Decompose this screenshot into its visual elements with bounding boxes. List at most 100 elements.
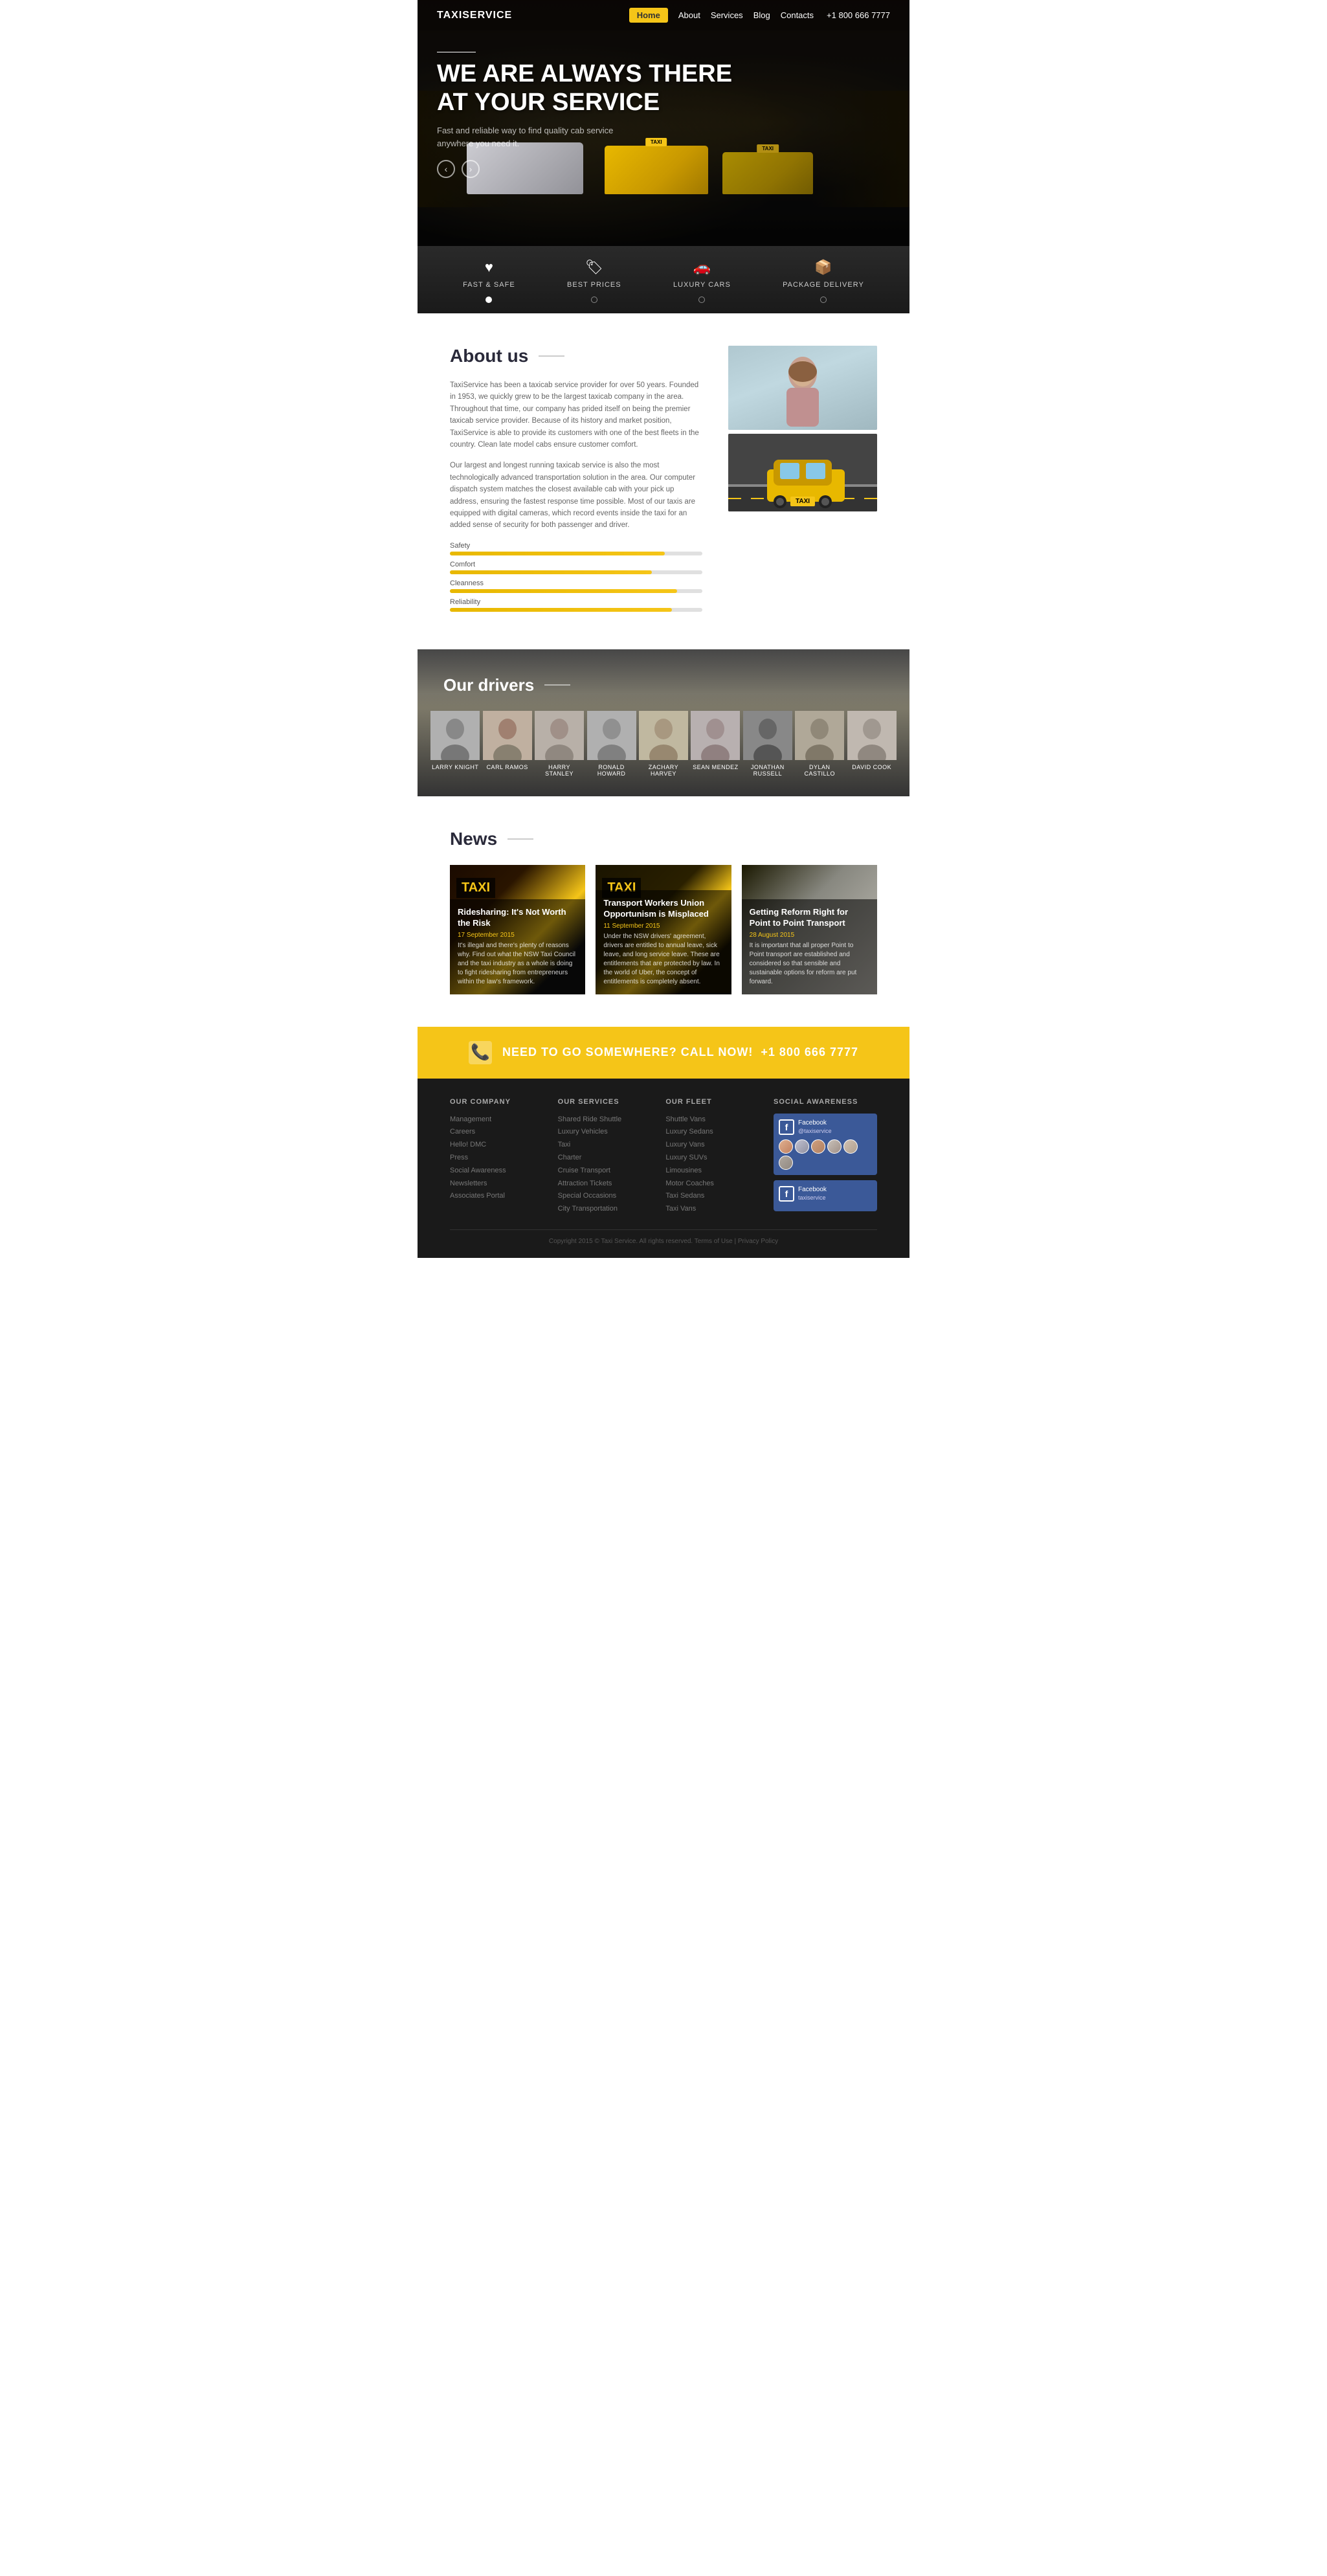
about-left: About us TaxiService has been a taxicab …	[450, 346, 702, 617]
footer-link-hello-dmc[interactable]: Hello! DMC	[450, 1139, 539, 1152]
nav-blog[interactable]: Blog	[753, 10, 770, 20]
hero-controls: ‹ ›	[437, 160, 890, 178]
footer-link-luxury-sedans[interactable]: Luxury Sedans	[665, 1126, 754, 1139]
footer-link-taxi-sedans[interactable]: Taxi Sedans	[665, 1190, 754, 1203]
nav-about[interactable]: About	[678, 10, 700, 20]
footer-link-taxi-vans[interactable]: Taxi Vans	[665, 1203, 754, 1216]
news-title-line	[507, 838, 533, 840]
driver-name-jonathan: JONATHAN RUSSELL	[743, 764, 792, 777]
hero-subtitle: Fast and reliable way to find quality ca…	[437, 124, 644, 150]
cta-text: NEED TO GO SOMEWHERE? CALL NOW! +1 800 6…	[502, 1046, 858, 1059]
footer-link-cruise-transport[interactable]: Cruise Transport	[558, 1165, 647, 1178]
news-card-3[interactable]: Getting Reform Right for Point to Point …	[742, 865, 877, 994]
news-image-1: TAXI Ridesharing: It's Not Worth the Ris…	[450, 865, 585, 994]
facebook-faces	[779, 1139, 872, 1170]
footer-link-taxi[interactable]: Taxi	[558, 1139, 647, 1152]
driver-name-david: DAVID COOK	[852, 764, 891, 770]
footer-company-title: OUR COMPANY	[450, 1098, 539, 1106]
footer-link-careers[interactable]: Careers	[450, 1126, 539, 1139]
facebook-widget-2[interactable]: f Facebooktaxiservice	[774, 1180, 877, 1211]
footer-link-associates-portal[interactable]: Associates Portal	[450, 1190, 539, 1203]
car-icon: 🚗	[693, 259, 711, 276]
footer-fleet: OUR FLEET Shuttle Vans Luxury Sedans Lux…	[665, 1098, 754, 1216]
driver-photo-sean	[691, 711, 740, 760]
news-card-1[interactable]: TAXI Ridesharing: It's Not Worth the Ris…	[450, 865, 585, 994]
package-icon: 📦	[814, 259, 832, 276]
driver-harry-stanley: HARRY STANLEY	[535, 711, 584, 777]
hero-prev-button[interactable]: ‹	[437, 160, 455, 178]
drivers-title: Our drivers	[430, 675, 897, 695]
skill-bars: Safety Comfort Cleanness Reliability	[450, 542, 702, 612]
footer-link-city-transportation[interactable]: City Transportation	[558, 1203, 647, 1216]
footer-link-luxury-vans[interactable]: Luxury Vans	[665, 1139, 754, 1152]
facebook-name: Facebook@taxiservice	[798, 1119, 832, 1136]
driver-carl-ramos: CARL RAMOS	[482, 711, 531, 777]
cta-banner[interactable]: 📞 NEED TO GO SOMEWHERE? CALL NOW! +1 800…	[418, 1027, 909, 1079]
footer-link-luxury-vehicles[interactable]: Luxury Vehicles	[558, 1126, 647, 1139]
hero-next-button[interactable]: ›	[462, 160, 480, 178]
main-nav: Home About Services Blog Contacts	[629, 8, 814, 23]
driver-photo-jonathan	[743, 711, 792, 760]
footer-link-shuttle-vans[interactable]: Shuttle Vans	[665, 1114, 754, 1126]
phone-icon: 📞	[469, 1041, 492, 1064]
skill-cleanness: Cleanness	[450, 579, 702, 593]
footer-social: SOCIAL AWARENESS f Facebook@taxiservice	[774, 1098, 877, 1216]
footer-link-attraction-tickets[interactable]: Attraction Tickets	[558, 1178, 647, 1191]
driver-name-dylan: DYLAN CASTILLO	[795, 764, 844, 777]
site-header: TAXISERVICE Home About Services Blog Con…	[418, 0, 909, 30]
footer-link-limousines[interactable]: Limousines	[665, 1165, 754, 1178]
footer-link-newsletters[interactable]: Newsletters	[450, 1178, 539, 1191]
feature-dot-1	[485, 297, 492, 303]
nav-services[interactable]: Services	[711, 10, 743, 20]
news-date-2: 11 September 2015	[603, 923, 723, 930]
footer-link-motor-coaches[interactable]: Motor Coaches	[665, 1178, 754, 1191]
footer-link-charter[interactable]: Charter	[558, 1152, 647, 1165]
news-taxi-label-1: TAXI	[456, 878, 495, 898]
footer-link-shared-ride[interactable]: Shared Ride Shuttle	[558, 1114, 647, 1126]
news-text-3: It is important that all proper Point to…	[750, 941, 869, 987]
news-section: News TAXI Ridesharing: It's Not Worth th…	[418, 796, 909, 1027]
footer-link-management[interactable]: Management	[450, 1114, 539, 1126]
nav-home[interactable]: Home	[629, 8, 668, 23]
driver-photo-carl	[483, 711, 532, 760]
driver-name-harry: HARRY STANLEY	[535, 764, 584, 777]
driver-name-ronald: RONALD HOWARD	[586, 764, 636, 777]
footer-link-luxury-suvs[interactable]: Luxury SUVs	[665, 1152, 754, 1165]
site-logo: TAXISERVICE	[437, 10, 629, 21]
feature-package-delivery: 📦 PACKAGE DELIVERY	[783, 259, 864, 303]
about-text-2: Our largest and longest running taxicab …	[450, 460, 702, 531]
news-title-3: Getting Reform Right for Point to Point …	[750, 907, 869, 929]
feature-fast-safe-label: FAST & SAFE	[463, 281, 515, 289]
driver-name-larry: LARRY KNIGHT	[432, 764, 478, 770]
driver-name-zachary: ZACHARY HARVEY	[639, 764, 688, 777]
footer-link-social-awareness[interactable]: Social Awareness	[450, 1165, 539, 1178]
news-image-2: TAXI Transport Workers Union Opportunism…	[596, 865, 731, 994]
feature-dot-2	[591, 297, 597, 303]
news-text-1: It's illegal and there's plenty of reaso…	[458, 941, 577, 987]
nav-contacts[interactable]: Contacts	[781, 10, 814, 20]
skill-safety: Safety	[450, 542, 702, 555]
drivers-grid: LARRY KNIGHT CARL RAMOS	[430, 711, 897, 777]
header-phone: +1 800 666 7777	[827, 10, 890, 20]
news-image-3: Getting Reform Right for Point to Point …	[742, 865, 877, 994]
driver-larry-knight: LARRY KNIGHT	[430, 711, 480, 777]
footer-social-title: SOCIAL AWARENESS	[774, 1098, 877, 1106]
feature-dot-3	[698, 297, 705, 303]
news-title-1: Ridesharing: It's Not Worth the Risk	[458, 907, 577, 929]
driver-sean-mendez: SEAN MENDEZ	[691, 711, 740, 777]
footer-link-press[interactable]: Press	[450, 1152, 539, 1165]
driver-photo-ronald	[587, 711, 636, 760]
about-title: About us	[450, 346, 702, 366]
facebook-widget-1[interactable]: f Facebook@taxiservice	[774, 1114, 877, 1175]
about-image-top	[728, 346, 877, 430]
drivers-section: Our drivers LARRY KNIGHT	[418, 649, 909, 796]
news-overlay-3: Getting Reform Right for Point to Point …	[742, 899, 877, 994]
feature-fast-safe: ♥ FAST & SAFE	[463, 259, 515, 303]
news-card-2[interactable]: TAXI Transport Workers Union Opportunism…	[596, 865, 731, 994]
feature-luxury-cars: 🚗 LUXURY CARS	[673, 259, 731, 303]
news-grid: TAXI Ridesharing: It's Not Worth the Ris…	[450, 865, 877, 994]
footer-link-special-occasions[interactable]: Special Occasions	[558, 1190, 647, 1203]
feature-best-prices: 🏷 BEST PRICES	[567, 259, 621, 303]
news-overlay-2: Transport Workers Union Opportunism is M…	[596, 890, 731, 994]
driver-jonathan-russell: JONATHAN RUSSELL	[743, 711, 792, 777]
